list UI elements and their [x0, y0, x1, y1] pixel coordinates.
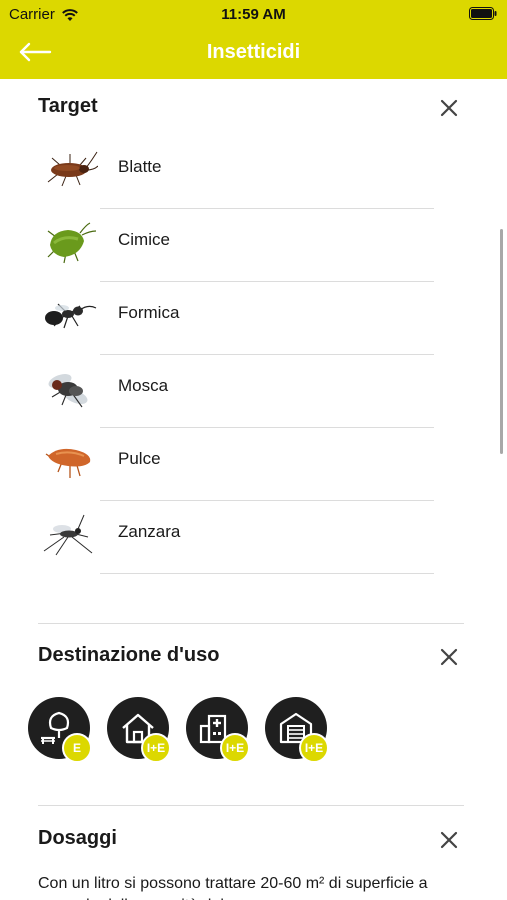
- target-item-label: Blatte: [118, 157, 162, 176]
- mosquito-icon: [43, 514, 93, 556]
- usage-badge: I+E: [299, 733, 329, 763]
- target-section-title: Target: [38, 95, 98, 117]
- target-item-mosca[interactable]: Mosca: [0, 355, 507, 428]
- vertical-scrollbar[interactable]: [500, 229, 503, 454]
- page-title: Insetticidi: [206, 41, 301, 63]
- destinazione-hospital[interactable]: I+E: [186, 697, 252, 763]
- section-divider: [38, 805, 464, 806]
- usage-badge: E: [62, 733, 92, 763]
- target-item-pulce[interactable]: Pulce: [0, 428, 507, 501]
- target-item-label: Zanzara: [118, 522, 181, 541]
- header-bar: Carrier 11:59 AM Insetticidi: [0, 0, 507, 79]
- destinazione-outdoor[interactable]: E: [28, 697, 94, 763]
- content-scroll[interactable]: Target Blatte Cimice Formica Mosca Pulce…: [0, 79, 507, 900]
- status-bar: Carrier 11:59 AM: [0, 0, 507, 28]
- status-time: 11:59 AM: [221, 6, 286, 23]
- navigation-bar: Insetticidi: [0, 28, 507, 79]
- dosaggi-close-icon[interactable]: [440, 831, 458, 849]
- destinazione-section-title: Destinazione d'uso: [38, 644, 220, 666]
- target-item-blatte[interactable]: Blatte: [0, 136, 507, 209]
- destinazione-garage[interactable]: I+E: [265, 697, 331, 763]
- battery-icon: [469, 7, 497, 20]
- fly-icon: [48, 374, 88, 408]
- row-divider: [100, 573, 434, 574]
- target-close-icon[interactable]: [440, 99, 458, 117]
- destinazione-house[interactable]: I+E: [107, 697, 173, 763]
- usage-badge: I+E: [141, 733, 171, 763]
- target-item-formica[interactable]: Formica: [0, 282, 507, 355]
- section-divider: [38, 623, 464, 624]
- flea-icon: [45, 448, 91, 478]
- dosaggi-section-title: Dosaggi: [38, 827, 117, 849]
- stink-bug-icon: [47, 222, 97, 264]
- target-item-label: Pulce: [118, 449, 161, 468]
- target-item-label: Mosca: [118, 376, 169, 395]
- ant-icon: [45, 303, 97, 329]
- target-item-label: Cimice: [118, 230, 170, 249]
- target-item-zanzara[interactable]: Zanzara: [0, 501, 507, 574]
- target-item-label: Formica: [118, 303, 180, 322]
- cockroach-icon: [47, 151, 98, 187]
- target-item-cimice[interactable]: Cimice: [0, 209, 507, 282]
- dosaggi-description: Con un litro si possono trattare 20-60 m…: [38, 875, 428, 900]
- destinazione-close-icon[interactable]: [440, 648, 458, 666]
- usage-badge: I+E: [220, 733, 250, 763]
